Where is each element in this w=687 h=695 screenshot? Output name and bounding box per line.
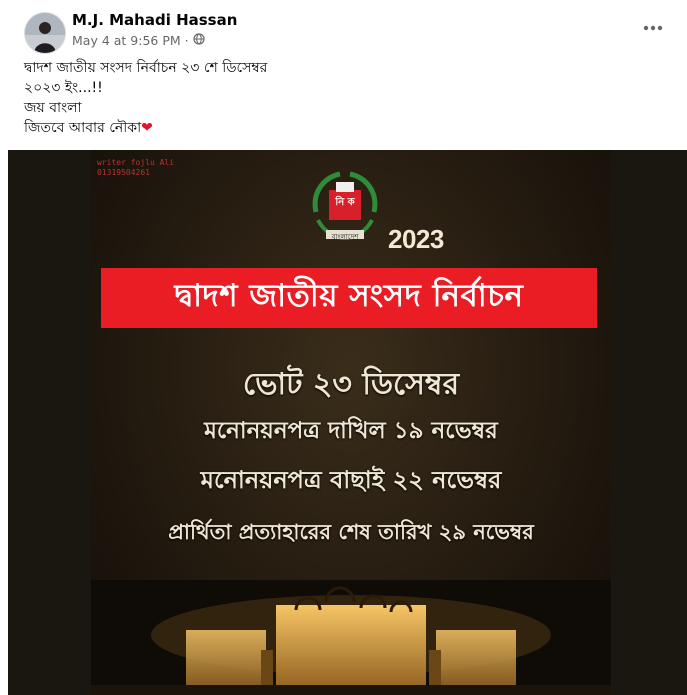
meta-separator: · xyxy=(184,33,189,48)
poster-banner: দ্বাদশ জাতীয় সংসদ নির্বাচন xyxy=(101,268,597,328)
emblem-caption: বাংলাদেশ xyxy=(331,233,359,241)
banner-text: দ্বাদশ জাতীয় সংসদ নির্বাচন xyxy=(174,278,524,314)
poster-line-withdrawal-deadline: প্রার্থিতা প্রত্যাহারের শেষ তারিখ ২৯ নভে… xyxy=(168,520,534,544)
post-card: M.J. Mahadi Hassan May 4 at 9:56 PM · দ্… xyxy=(0,0,687,695)
post-text-line: দ্বাদশ জাতীয় সংসদ নির্বাচন ২৩ শে ডিসেম্… xyxy=(24,60,268,76)
parliament-building-illustration xyxy=(91,580,611,695)
more-options-button[interactable] xyxy=(639,18,667,38)
emblem-letters: নি ক xyxy=(335,197,355,208)
post-text: দ্বাদশ জাতীয় সংসদ নির্বাচন ২৩ শে ডিসেম্… xyxy=(24,58,664,138)
post-text-line-with-heart: জিতবে আবার নৌকা❤ xyxy=(24,118,664,138)
poster-line-nomination-scrutiny: মনোনয়নপত্র বাছাই ২২ নভেম্বর xyxy=(200,466,502,494)
election-poster: writer fojlu Ali 01319504261 নি ক বাংলাদ… xyxy=(91,150,611,695)
heart-icon: ❤ xyxy=(141,120,153,136)
post-image[interactable]: writer fojlu Ali 01319504261 নি ক বাংলাদ… xyxy=(8,150,687,695)
poster-year: 2023 xyxy=(388,224,444,254)
writer-tag: writer fojlu Ali 01319504261 xyxy=(97,158,174,178)
post-text-line: জিতবে আবার নৌকা xyxy=(24,120,142,136)
author-name[interactable]: M.J. Mahadi Hassan xyxy=(72,11,237,29)
writer-tag-phone: 01319504261 xyxy=(97,168,150,177)
avatar[interactable] xyxy=(24,12,66,54)
writer-tag-name: writer fojlu Ali xyxy=(97,158,175,167)
post-text-line: ২০২৩ ইং...!! xyxy=(24,80,103,96)
profile-photo xyxy=(25,13,65,53)
ellipsis-icon xyxy=(643,25,663,31)
poster-line-nomination-submit: মনোনয়নপত্র দাখিল ১৯ নভেম্বর xyxy=(204,418,498,444)
post-text-line: জয় বাংলা xyxy=(24,100,82,116)
poster-line-vote: ভোট ২৩ ডিসেম্বর xyxy=(242,367,460,402)
election-commission-emblem: নি ক বাংলাদেশ xyxy=(306,168,384,252)
post-meta: May 4 at 9:56 PM · xyxy=(72,33,205,48)
globe-icon[interactable] xyxy=(193,33,205,48)
post-timestamp[interactable]: May 4 at 9:56 PM xyxy=(72,33,181,48)
